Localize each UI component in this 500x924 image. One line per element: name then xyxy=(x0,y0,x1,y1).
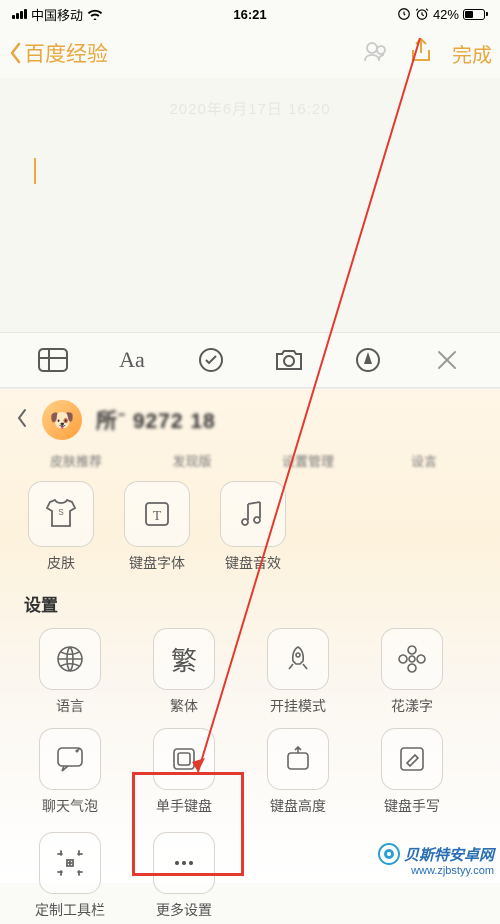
tile-label: 键盘手写 xyxy=(384,796,440,816)
share-icon[interactable] xyxy=(410,38,432,69)
panel-tabs: 皮肤推荐 发现版 设置管理 设言 xyxy=(0,451,500,473)
tile-label: 开挂模式 xyxy=(270,696,326,716)
tile-label: 语言 xyxy=(56,696,84,716)
alarm-icon xyxy=(415,7,429,21)
section-title: 设置 xyxy=(0,577,500,620)
svg-text:T: T xyxy=(153,509,162,524)
watermark-logo-icon xyxy=(378,843,400,865)
note-editor[interactable]: 2020年6月17日 16:20 xyxy=(0,78,500,332)
clock: 16:21 xyxy=(233,7,266,22)
traditional-icon: 繁 xyxy=(171,641,197,678)
globe-icon xyxy=(54,643,86,675)
username-label: 所ˉ 9272 18 xyxy=(96,405,216,435)
tile-label: 键盘字体 xyxy=(129,553,185,573)
flower-icon xyxy=(396,643,428,675)
table-icon[interactable] xyxy=(35,342,71,378)
watermark-url: www.zjbstyy.com xyxy=(411,865,494,877)
tab-item[interactable]: 设置管理 xyxy=(268,451,348,473)
keyboard-settings-panel: 🐶 所ˉ 9272 18 皮肤推荐 发现版 设置管理 设言 S 皮肤 T 键盘字… xyxy=(0,388,500,883)
text-format-icon[interactable]: Aa xyxy=(114,342,150,378)
tile-label: 花漾字 xyxy=(391,696,433,716)
tile-keyboard-height[interactable]: 键盘高度 xyxy=(248,728,348,816)
svg-text:S: S xyxy=(58,508,63,517)
tab-item[interactable]: 设言 xyxy=(384,451,464,473)
tile-label: 定制工具栏 xyxy=(35,900,105,920)
music-icon xyxy=(239,499,267,529)
tile-label: 聊天气泡 xyxy=(42,796,98,816)
status-bar: 中国移动 16:21 42% xyxy=(0,0,500,28)
close-icon[interactable] xyxy=(429,342,465,378)
battery-percent: 42% xyxy=(433,7,459,22)
nav-bar: 百度经验 完成 xyxy=(0,28,500,78)
tile-chat-bubble[interactable]: 聊天气泡 xyxy=(20,728,120,816)
tile-label: 键盘音效 xyxy=(225,553,281,573)
tile-custom-toolbar[interactable]: 定制工具栏 xyxy=(20,832,120,920)
collab-icon[interactable] xyxy=(362,39,390,68)
checklist-icon[interactable] xyxy=(193,342,229,378)
panel-back-icon[interactable] xyxy=(16,408,28,433)
tab-item[interactable]: 皮肤推荐 xyxy=(36,451,116,473)
editor-date: 2020年6月17日 16:20 xyxy=(28,98,472,119)
tile-label: 更多设置 xyxy=(156,900,212,920)
user-avatar[interactable]: 🐶 xyxy=(42,400,82,440)
tile-sound[interactable]: 键盘音效 xyxy=(220,481,286,573)
watermark: 贝斯特安卓网 www.zjbstyy.com xyxy=(378,843,494,877)
text-cursor xyxy=(34,158,36,184)
tile-label: 皮肤 xyxy=(47,553,75,573)
tile-language[interactable]: 语言 xyxy=(20,628,120,716)
tile-skin[interactable]: S 皮肤 xyxy=(28,481,94,573)
tile-label: 繁体 xyxy=(170,696,198,716)
back-button[interactable]: 百度经验 xyxy=(8,38,108,68)
tile-handwrite[interactable]: 键盘手写 xyxy=(362,728,462,816)
battery-icon xyxy=(463,9,488,20)
tile-font[interactable]: T 键盘字体 xyxy=(124,481,190,573)
more-icon xyxy=(169,858,199,868)
chevron-left-icon xyxy=(8,42,22,64)
tile-more-settings[interactable]: 更多设置 xyxy=(134,832,234,920)
chat-bubble-icon xyxy=(54,744,86,774)
crop-icon xyxy=(55,848,85,878)
height-icon xyxy=(283,744,313,774)
handwrite-icon xyxy=(397,744,427,774)
tab-item[interactable]: 发现版 xyxy=(152,451,232,473)
back-label: 百度经验 xyxy=(24,38,108,68)
tile-traditional[interactable]: 繁 繁体 xyxy=(134,628,234,716)
wifi-icon xyxy=(87,8,103,20)
format-toolbar: Aa xyxy=(0,332,500,388)
tile-hack-mode[interactable]: 开挂模式 xyxy=(248,628,348,716)
tile-onehand[interactable]: 单手键盘 xyxy=(134,728,234,816)
rocket-icon xyxy=(283,644,313,674)
tile-label: 键盘高度 xyxy=(270,796,326,816)
font-icon: T xyxy=(142,499,172,529)
markup-icon[interactable] xyxy=(350,342,386,378)
tile-label: 单手键盘 xyxy=(156,796,212,816)
lock-rotation-icon xyxy=(397,7,411,21)
done-button[interactable]: 完成 xyxy=(452,39,492,68)
watermark-brand: 贝斯特安卓网 xyxy=(404,844,494,865)
onehand-icon xyxy=(169,744,199,774)
tile-flower-text[interactable]: 花漾字 xyxy=(362,628,462,716)
carrier-label: 中国移动 xyxy=(31,5,83,24)
signal-icon xyxy=(12,9,27,19)
camera-icon[interactable] xyxy=(271,342,307,378)
tshirt-icon: S xyxy=(44,499,78,529)
